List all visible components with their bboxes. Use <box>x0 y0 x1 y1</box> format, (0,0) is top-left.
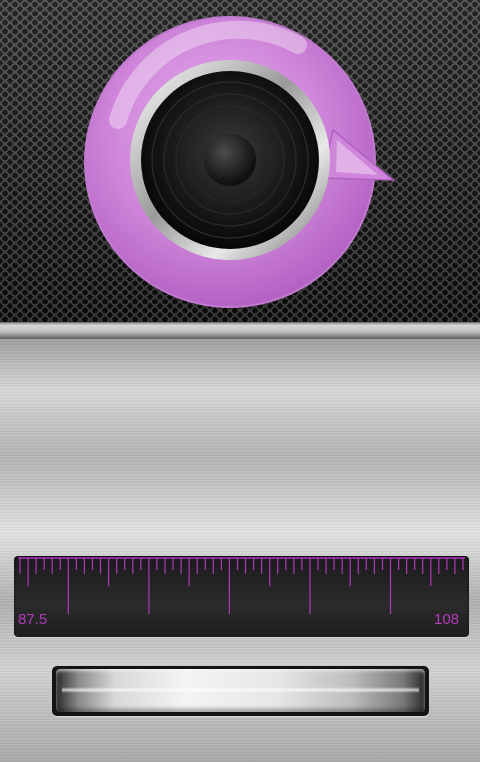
frequency-scale <box>14 556 469 637</box>
frequency-max-label: 108 <box>434 611 460 628</box>
frequency-min-label: 87.5 <box>18 611 48 628</box>
tuning-slider-handle[interactable] <box>56 669 425 712</box>
panel-divider <box>0 322 480 339</box>
frequency-scale-ticks <box>18 557 465 614</box>
speaker-refresh-icon[interactable] <box>78 10 398 310</box>
